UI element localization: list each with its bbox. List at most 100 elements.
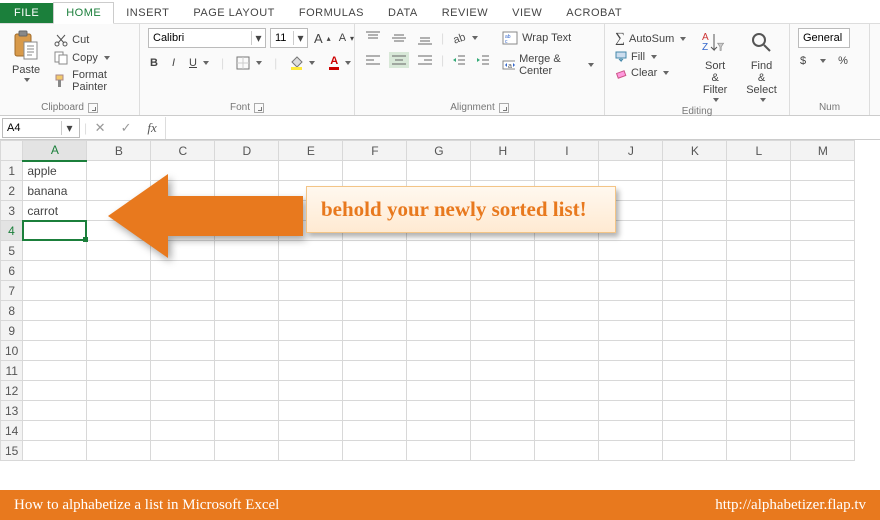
cell[interactable] (407, 321, 471, 341)
font-color-button[interactable]: A (327, 54, 353, 71)
cell[interactable] (87, 401, 151, 421)
increase-font-button[interactable]: A▴ (312, 30, 333, 47)
cell[interactable] (791, 301, 855, 321)
row-header[interactable]: 3 (1, 201, 23, 221)
cell[interactable] (23, 401, 87, 421)
cell[interactable] (407, 161, 471, 181)
tab-page-layout[interactable]: PAGE LAYOUT (181, 3, 287, 23)
cell[interactable] (87, 301, 151, 321)
cell[interactable] (279, 321, 343, 341)
cell[interactable] (471, 341, 535, 361)
decrease-font-button[interactable]: A▾ (337, 31, 356, 45)
cell[interactable] (727, 301, 791, 321)
cell[interactable] (663, 441, 727, 461)
fill-button[interactable]: Fill (613, 50, 688, 64)
row-header[interactable]: 6 (1, 261, 23, 281)
number-format-input[interactable] (799, 29, 849, 47)
cell[interactable] (663, 421, 727, 441)
cell[interactable] (599, 401, 663, 421)
cell[interactable] (599, 161, 663, 181)
cell[interactable] (23, 381, 87, 401)
paste-button[interactable]: Paste (8, 28, 44, 84)
font-name-input[interactable] (149, 29, 251, 47)
formula-input[interactable] (165, 117, 880, 139)
cell[interactable] (279, 361, 343, 381)
row-header[interactable]: 12 (1, 381, 23, 401)
wrap-text-button[interactable]: abc Wrap Text (500, 30, 596, 46)
find-select-button[interactable]: Find &Select (742, 28, 781, 104)
name-box-input[interactable] (3, 122, 61, 134)
row-header[interactable]: 5 (1, 241, 23, 261)
bold-button[interactable]: B (148, 56, 160, 70)
cell[interactable] (791, 241, 855, 261)
cell[interactable] (535, 321, 599, 341)
cell[interactable] (23, 421, 87, 441)
cell[interactable] (87, 281, 151, 301)
column-header[interactable]: D (215, 141, 279, 161)
column-header[interactable]: E (279, 141, 343, 161)
cell[interactable] (23, 281, 87, 301)
cell[interactable] (471, 381, 535, 401)
row-header[interactable]: 15 (1, 441, 23, 461)
row-header[interactable]: 14 (1, 421, 23, 441)
cell[interactable] (471, 241, 535, 261)
cell[interactable] (727, 381, 791, 401)
column-header[interactable]: H (471, 141, 535, 161)
cell[interactable] (215, 321, 279, 341)
cell[interactable] (727, 221, 791, 241)
increase-indent-button[interactable] (474, 52, 492, 68)
cell[interactable] (343, 441, 407, 461)
column-header[interactable]: G (407, 141, 471, 161)
tab-data[interactable]: DATA (376, 3, 430, 23)
orientation-button[interactable]: ab (450, 30, 480, 46)
cell[interactable] (727, 361, 791, 381)
cell[interactable] (343, 381, 407, 401)
column-header[interactable]: K (663, 141, 727, 161)
cell[interactable] (279, 281, 343, 301)
cell[interactable] (407, 361, 471, 381)
cell[interactable] (215, 361, 279, 381)
cell[interactable] (23, 341, 87, 361)
underline-button[interactable]: U (187, 56, 211, 70)
cell[interactable] (279, 341, 343, 361)
tab-review[interactable]: REVIEW (430, 3, 500, 23)
fill-color-button[interactable] (287, 55, 317, 71)
cell[interactable] (87, 341, 151, 361)
cell[interactable] (87, 441, 151, 461)
font-size-input[interactable] (271, 29, 293, 47)
tab-formulas[interactable]: FORMULAS (287, 3, 376, 23)
cell[interactable] (791, 161, 855, 181)
cell[interactable] (663, 341, 727, 361)
row-header[interactable]: 2 (1, 181, 23, 201)
cell[interactable] (791, 381, 855, 401)
cell[interactable] (471, 401, 535, 421)
cell[interactable] (279, 301, 343, 321)
column-header[interactable]: M (791, 141, 855, 161)
cell[interactable] (343, 321, 407, 341)
cell[interactable] (343, 301, 407, 321)
cell[interactable] (535, 401, 599, 421)
cell[interactable] (407, 401, 471, 421)
select-all-corner[interactable] (1, 141, 23, 161)
cell[interactable] (535, 261, 599, 281)
row-header[interactable]: 10 (1, 341, 23, 361)
cell[interactable] (791, 341, 855, 361)
cell[interactable] (343, 421, 407, 441)
cell[interactable] (535, 281, 599, 301)
cell[interactable] (727, 341, 791, 361)
cell[interactable] (151, 421, 215, 441)
row-header[interactable]: 13 (1, 401, 23, 421)
tab-insert[interactable]: INSERT (114, 3, 181, 23)
cell[interactable] (407, 421, 471, 441)
cell[interactable] (599, 281, 663, 301)
align-top-button[interactable] (363, 30, 383, 46)
cell[interactable] (407, 441, 471, 461)
cell[interactable] (727, 401, 791, 421)
cell[interactable] (279, 401, 343, 421)
font-name-combo[interactable]: ▾ (148, 28, 266, 48)
cell[interactable] (791, 201, 855, 221)
cell[interactable] (663, 241, 727, 261)
format-painter-button[interactable]: Format Painter (52, 68, 131, 94)
cell[interactable] (151, 441, 215, 461)
cell[interactable] (663, 401, 727, 421)
